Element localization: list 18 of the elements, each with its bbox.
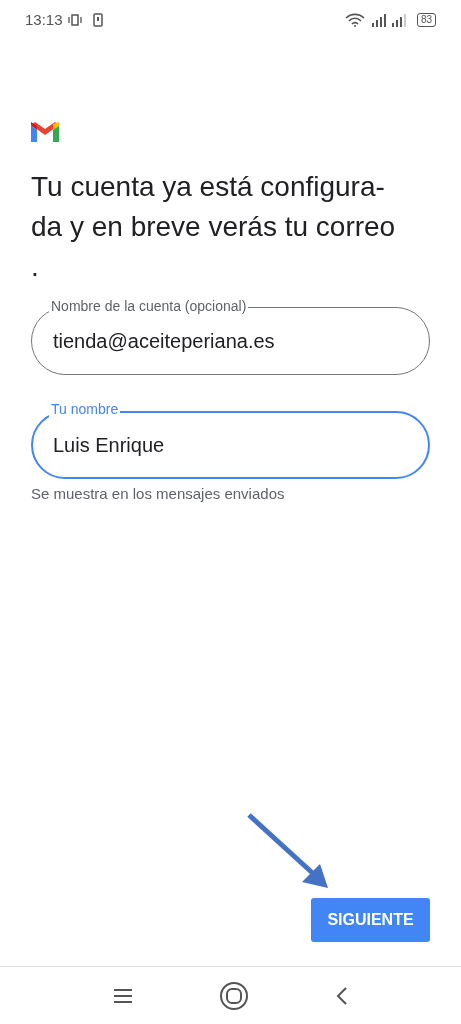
next-button[interactable]: SIGUIENTE — [311, 898, 430, 942]
status-time: 13:13 — [25, 9, 63, 30]
back-icon[interactable] — [335, 985, 348, 1006]
wifi-icon — [344, 13, 365, 27]
home-icon[interactable] — [219, 980, 250, 1011]
battery-indicator: 83 — [416, 13, 436, 27]
menu-icon[interactable] — [113, 987, 134, 1004]
page-heading: Tu cuenta ya está configura- da y en breve verás tu correo . — [31, 170, 397, 284]
helper-text: Se muestra en los mensajes enviados — [31, 484, 286, 504]
sim-card-icon — [92, 13, 103, 27]
signal-icon — [390, 13, 407, 27]
field-value: Luis Enrique — [53, 433, 165, 458]
field-label: Tu nombre — [49, 401, 121, 417]
field-value: tienda@aceiteperiana.es — [53, 329, 275, 354]
vibrate-icon — [66, 13, 83, 27]
mail-logo-icon — [31, 122, 59, 142]
signal-icon — [370, 13, 387, 27]
field-label: Nombre de la cuenta (opcional) — [49, 298, 249, 314]
